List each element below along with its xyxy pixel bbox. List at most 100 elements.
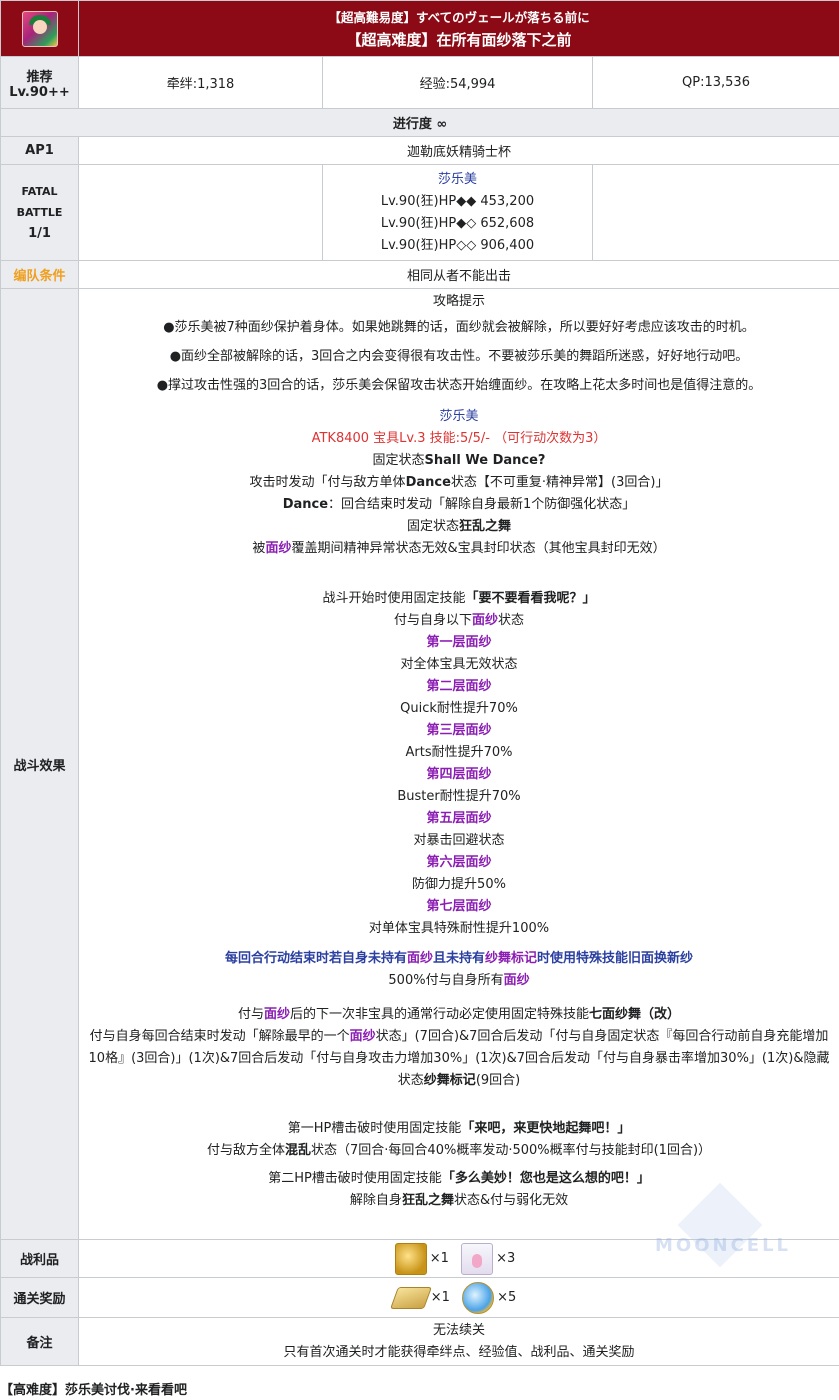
notes-label: 备注 bbox=[0, 1317, 79, 1366]
veil-7-effect: 对单体宝具特殊耐性提升100% bbox=[368, 921, 550, 936]
fixed-state-name: 狂乱之舞 bbox=[401, 1193, 454, 1208]
veil-3-effect: Arts耐性提升70% bbox=[405, 745, 513, 760]
battle-count: 1/1 bbox=[28, 225, 51, 241]
exp-value: 经验:54,994 bbox=[322, 56, 593, 109]
start-skill-desc: 付与自身以下面纱状态 bbox=[83, 610, 835, 632]
veil-5-name: 第五层面纱 bbox=[426, 811, 492, 826]
notes-line-2: 只有首次通关时才能获得牵绊点、经验值、战利品、通关奖励 bbox=[283, 1344, 635, 1360]
qp-value: QP:13,536 bbox=[591, 56, 839, 109]
formation-label: 编队条件 bbox=[0, 260, 79, 289]
recommend-label-1: 推荐 bbox=[26, 69, 53, 85]
tips-title: 攻略提示 bbox=[433, 294, 486, 309]
reward-cell: ×1 ×5 bbox=[77, 1277, 839, 1318]
text: 500%付与自身所有 bbox=[388, 973, 504, 988]
notes-cell: 无法续关 只有首次通关时才能获得牵绊点、经验值、战利品、通关奖励 bbox=[77, 1317, 839, 1366]
text: 时使用特殊技能 bbox=[537, 951, 629, 966]
fixed-state-2: 固定状态狂乱之舞 bbox=[83, 516, 835, 538]
veil-5-effect: 对暴击回避状态 bbox=[413, 833, 505, 848]
text: 第二HP槽击破时使用固定技能 bbox=[268, 1171, 442, 1186]
salome-avatar-icon[interactable] bbox=[21, 10, 58, 47]
text: 第一HP槽击破时使用固定技能 bbox=[287, 1121, 462, 1136]
bond-value: 牵绊:1,318 bbox=[78, 56, 323, 109]
fixed-state-1: 固定状态Shall We Dance? bbox=[83, 450, 835, 472]
tip-3: ●撑过攻击性强的3回合的话，莎乐美会保留攻击状态开始缠面纱。在攻略上花太多时间也… bbox=[156, 378, 762, 393]
next-action-desc: 付与自身每回合结束时发动「解除最早的一个面纱状态」(7回合)&7回合后发动「付与… bbox=[83, 1026, 835, 1092]
tip-1: ●莎乐美被7种面纱保护着身体。如果她跳舞的话，面纱就会被解除，所以要好好考虑应该… bbox=[163, 320, 755, 335]
veil-3-name: 第三层面纱 bbox=[426, 723, 492, 738]
text: 攻击时发动「付与敌方单体 bbox=[249, 475, 406, 490]
drop-qty-1: ×1 bbox=[429, 1251, 449, 1266]
text: 状态（7回合·每回合40%概率发动·500%概率付与技能封印(1回合)） bbox=[311, 1143, 712, 1158]
quest-title-cn: 【超高难度】在所有面纱落下之前 bbox=[346, 31, 572, 49]
veil-7-name: 第七层面纱 bbox=[426, 899, 492, 914]
text: 每回合行动结束时若自身未持有 bbox=[224, 951, 407, 966]
text: 付与敌方全体 bbox=[206, 1143, 285, 1158]
turn-end-skill-desc: 500%付与自身所有面纱 bbox=[83, 970, 835, 992]
enemy-hp-2: Lv.90(狂)HP◆◇ 652,608 bbox=[380, 215, 535, 231]
confusion-term: 混乱 bbox=[285, 1143, 312, 1158]
veil-6-effect: 防御力提升50% bbox=[412, 877, 506, 892]
text: 解除自身 bbox=[349, 1193, 402, 1208]
reward-qty-2: ×5 bbox=[497, 1290, 517, 1305]
skill-name: 七面纱舞（改） bbox=[589, 1007, 681, 1022]
fixed-state-name: 狂乱之舞 bbox=[459, 519, 512, 534]
next-section-heading[interactable]: 【高难度】莎乐美讨伐·来看看吧 bbox=[0, 1383, 187, 1399]
progress-row: 进行度 ∞ bbox=[0, 108, 839, 137]
veil-term: 面纱 bbox=[406, 951, 433, 966]
reward-qty-1: ×1 bbox=[430, 1290, 450, 1305]
text: (9回合) bbox=[475, 1073, 521, 1088]
battle-effect-content: 攻略提示 ●莎乐美被7种面纱保护着身体。如果她跳舞的话，面纱就会被解除，所以要好… bbox=[77, 288, 839, 1240]
veil-6-name: 第六层面纱 bbox=[426, 855, 492, 870]
quest-title-jp: 【超高難易度】すべてのヴェールが落ちる前に bbox=[328, 10, 590, 25]
boss-stats: ATK8400 宝具Lv.3 技能:5/5/- （可行动次数为3） bbox=[311, 431, 607, 446]
servant-avatar-cell bbox=[0, 0, 79, 57]
crystal-orb-icon[interactable] bbox=[462, 1281, 495, 1314]
hp1-skill: 第一HP槽击破时使用固定技能「来吧，来更快地起舞吧！」 bbox=[83, 1118, 835, 1140]
veil-4-effect: Buster耐性提升70% bbox=[397, 789, 521, 804]
watermark: MOONCELL bbox=[655, 1235, 792, 1256]
text: 付与 bbox=[237, 1007, 264, 1022]
empty-cell bbox=[591, 164, 839, 261]
fixed-state-name: Shall We Dance? bbox=[424, 453, 546, 468]
drops-label: 战利品 bbox=[0, 1239, 79, 1278]
fatal-label: FATAL bbox=[21, 184, 58, 198]
quest-table: 【超高難易度】すべてのヴェールが落ちる前に 【超高难度】在所有面纱落下之前 推荐… bbox=[0, 0, 839, 1366]
veil-2-effect: Quick耐性提升70% bbox=[400, 701, 518, 716]
bottle-material-icon[interactable] bbox=[461, 1242, 494, 1275]
text: 状态【不可重复·精神异常】(3回合)」 bbox=[450, 475, 669, 490]
ap-label: AP1 bbox=[0, 136, 79, 165]
dance-mark-term: 纱舞标记 bbox=[485, 951, 538, 966]
veil-term: 面纱 bbox=[503, 973, 530, 988]
fixed-prefix: 固定状态 bbox=[372, 453, 425, 468]
reward-label: 通关奖励 bbox=[0, 1277, 79, 1318]
battle-label: FATAL BATTLE 1/1 bbox=[0, 164, 79, 261]
dance-desc: Dance：回合结束时发动「解除自身最新1个防御强化状态」 bbox=[83, 494, 835, 516]
veil-4-name: 第四层面纱 bbox=[426, 767, 492, 782]
recommend-label: 推荐 Lv.90++ bbox=[0, 56, 79, 109]
veil-term: 面纱 bbox=[349, 1029, 376, 1044]
next-action: 付与面纱后的下一次非宝具的通常行动必定使用固定特殊技能七面纱舞（改） bbox=[83, 1004, 835, 1026]
turn-end-skill: 每回合行动结束时若自身未持有面纱且未持有纱舞标记时使用特殊技能旧面换新纱 bbox=[83, 948, 835, 970]
empty-cell bbox=[78, 164, 323, 261]
text: 付与自身每回合结束时发动「解除最早的一个 bbox=[89, 1029, 350, 1044]
veil-term: 面纱 bbox=[265, 541, 292, 556]
tip-2: ●面纱全部被解除的话，3回合之内会变得很有攻击性。不要被莎乐美的舞蹈所迷惑，好好… bbox=[169, 349, 749, 364]
text: 战斗开始时使用固定技能 bbox=[322, 591, 466, 606]
enemy-hp-1: Lv.90(狂)HP◆◆ 453,200 bbox=[380, 193, 535, 209]
text: ：回合结束时发动「解除自身最新1个防御强化状态」 bbox=[328, 497, 636, 512]
veil-2-name: 第二层面纱 bbox=[426, 679, 492, 694]
veil-1-effect: 对全体宝具无效状态 bbox=[400, 657, 518, 672]
gold-material-icon[interactable] bbox=[394, 1242, 427, 1275]
text: 状态 bbox=[498, 613, 525, 628]
dance-term: Dance bbox=[405, 475, 451, 490]
text: 状态&付与弱化无效 bbox=[453, 1193, 569, 1208]
drop-qty-2: ×3 bbox=[496, 1251, 516, 1266]
gold-bar-icon[interactable] bbox=[389, 1286, 432, 1309]
text: 覆盖期间精神异常状态无效&宝具封印状态（其他宝具封印无效） bbox=[291, 541, 666, 556]
start-skill: 战斗开始时使用固定技能「要不要看看我呢？」 bbox=[83, 588, 835, 610]
notes-line-1: 无法续关 bbox=[433, 1322, 486, 1338]
veil-term: 面纱 bbox=[472, 613, 499, 628]
battle-effect-label: 战斗效果 bbox=[0, 288, 79, 1240]
boss-name-link[interactable]: 莎乐美 bbox=[83, 406, 835, 428]
enemy-name-link[interactable]: 莎乐美 bbox=[323, 169, 592, 191]
